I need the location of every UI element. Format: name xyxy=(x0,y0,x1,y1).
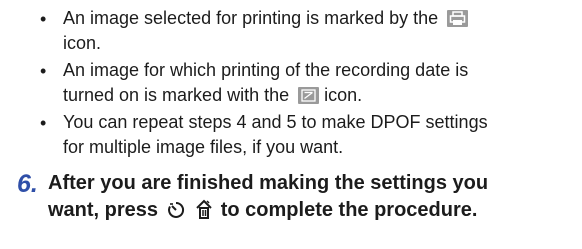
bullet-text-line2-before: turned on is marked with the xyxy=(63,85,290,105)
print-icon xyxy=(447,10,469,27)
bullet-text-line2: for multiple image files, if you want. xyxy=(63,137,344,157)
bullet-text-line2-after: icon. xyxy=(324,85,363,105)
step-text-line2-after: to complete the procedure. xyxy=(220,199,478,221)
bullet-text-line2: icon. xyxy=(63,33,102,53)
step-text-line2-before: want, press xyxy=(48,199,159,221)
bullet-dot: • xyxy=(40,61,47,81)
bullet-text: An image selected for printing is marked… xyxy=(63,6,573,56)
bullet-text: You can repeat steps 4 and 5 to make DPO… xyxy=(63,110,573,160)
bullet-dot: • xyxy=(40,113,47,133)
delete-trash-icon xyxy=(193,198,215,228)
bullet-text-line1: You can repeat steps 4 and 5 to make DPO… xyxy=(63,112,488,132)
bullet-text-line1: An image selected for printing is marked… xyxy=(63,8,439,28)
step-number: 6. xyxy=(17,170,38,198)
step-text-line1: After you are finished making the settin… xyxy=(48,172,489,194)
bullet-text-line1: An image for which printing of the recor… xyxy=(63,60,469,80)
bullet-dot: • xyxy=(40,9,47,29)
bullet-text: An image for which printing of the recor… xyxy=(63,58,573,108)
self-timer-icon xyxy=(166,200,186,228)
date-icon xyxy=(298,87,320,104)
step-text: After you are finished making the settin… xyxy=(48,170,578,228)
